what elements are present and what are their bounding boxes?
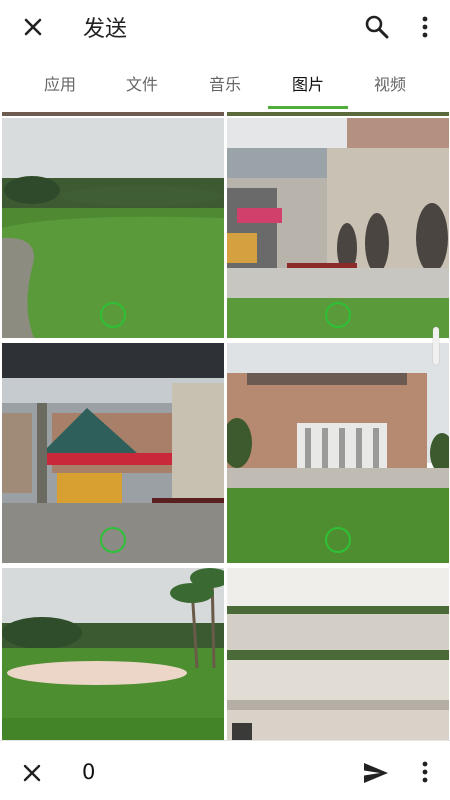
select-circle[interactable] bbox=[325, 302, 351, 328]
more-vert-icon[interactable] bbox=[410, 12, 440, 42]
tab-apps[interactable]: 应用 bbox=[20, 64, 100, 108]
tab-indicator bbox=[268, 106, 348, 109]
page-title: 发送 bbox=[83, 17, 128, 42]
tab-pictures[interactable]: 图片 bbox=[268, 64, 348, 108]
photo-thumbnail[interactable] bbox=[227, 343, 449, 563]
close-icon[interactable] bbox=[18, 12, 48, 42]
select-circle[interactable] bbox=[325, 527, 351, 553]
photo-golf-bunker bbox=[2, 568, 224, 740]
send-icon[interactable] bbox=[360, 757, 392, 789]
tab-files[interactable]: 文件 bbox=[102, 64, 182, 108]
selected-count: 0 bbox=[82, 760, 96, 784]
bottom-action-bar: 0 bbox=[0, 740, 450, 800]
more-vert-icon[interactable] bbox=[410, 757, 440, 787]
partial-photo-strip bbox=[227, 112, 449, 116]
photo-thumbnail[interactable] bbox=[2, 343, 224, 563]
photo-atrium-interior bbox=[227, 568, 449, 740]
clear-selection-icon[interactable] bbox=[18, 759, 46, 787]
photo-thumbnail[interactable] bbox=[2, 118, 224, 338]
photo-thumbnail[interactable] bbox=[2, 568, 224, 740]
photo-grid[interactable] bbox=[0, 112, 450, 740]
app-bar: 发送 bbox=[0, 0, 450, 54]
search-icon[interactable] bbox=[362, 12, 392, 42]
tab-videos[interactable]: 视频 bbox=[350, 64, 430, 108]
scrollbar-thumb[interactable] bbox=[433, 327, 439, 365]
photo-thumbnail[interactable] bbox=[227, 118, 449, 338]
category-tabs: 应用 文件 音乐 图片 视频 bbox=[0, 64, 450, 112]
partial-photo-strip bbox=[2, 112, 224, 116]
select-circle[interactable] bbox=[100, 302, 126, 328]
photo-thumbnail[interactable] bbox=[227, 568, 449, 740]
select-circle[interactable] bbox=[100, 527, 126, 553]
tab-music[interactable]: 音乐 bbox=[185, 64, 265, 108]
